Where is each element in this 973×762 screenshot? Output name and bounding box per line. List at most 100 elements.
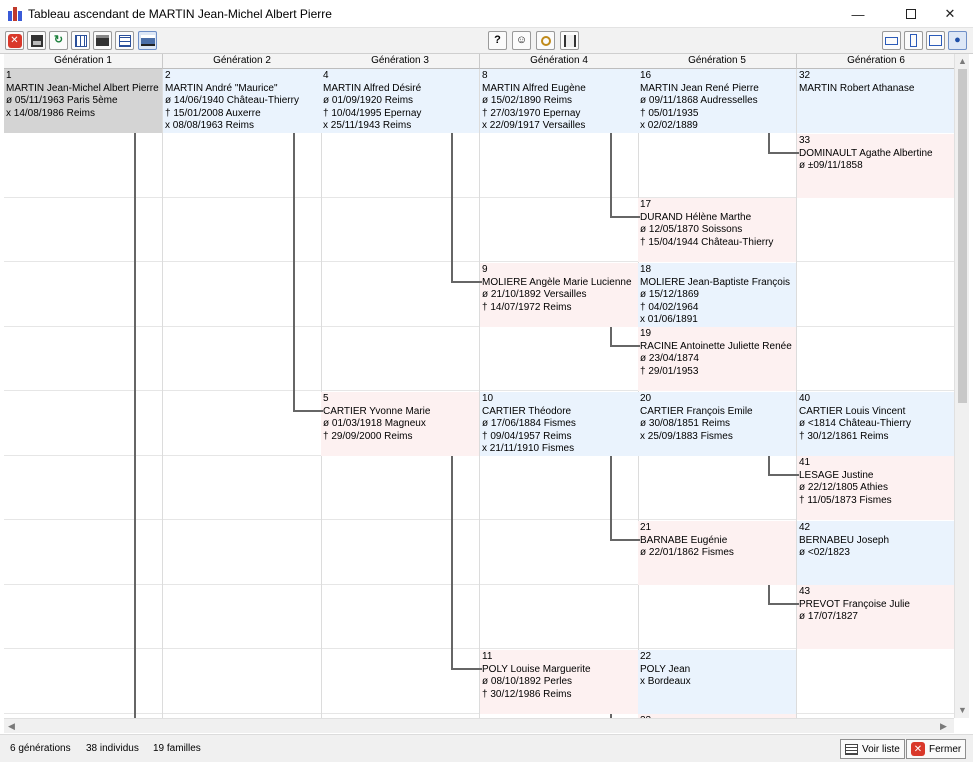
person-cell-17[interactable]: 17 DURAND Hélène Marthe ø 12/05/1870 Soiss… [638, 198, 796, 262]
generation-header-1[interactable]: Génération 1 [4, 54, 163, 69]
close-tree-button[interactable]: ✕ [5, 31, 24, 50]
person-event: † 11/05/1873 Fismes [799, 494, 892, 506]
vertical-scrollbar[interactable]: ▲ ▼ [954, 54, 969, 718]
ancestor-connector [451, 456, 453, 668]
person-cell-11[interactable]: 11 POLY Louise Marguerite ø 08/10/1892 Per… [480, 650, 638, 714]
person-event: † 14/07/1972 Reims [482, 301, 572, 313]
generations-count: 6 générations [10, 743, 71, 754]
list-icon [845, 743, 858, 755]
person-cell-2[interactable]: 2 MARTIN André "Maurice" ø 14/06/1940 Chât… [163, 69, 321, 133]
person-event: x 22/09/1917 Versailles [482, 120, 586, 131]
user-icon: ● [954, 34, 961, 46]
person-cell-19[interactable]: 19 RACINE Antoinette Juliette Renée ø 23/0… [638, 327, 796, 391]
ancestor-connector [610, 539, 640, 541]
grid-view-button[interactable] [115, 31, 134, 50]
generation-header-6[interactable]: Génération 6 [797, 54, 954, 69]
scroll-down-icon[interactable]: ▼ [958, 705, 967, 715]
slideshow-button[interactable] [93, 31, 112, 50]
generation-header-2[interactable]: Génération 2 [163, 54, 322, 69]
tree-options-icon [74, 34, 87, 47]
tree-options-button[interactable] [71, 31, 90, 50]
layout-tall-button[interactable] [904, 31, 923, 50]
person-event: ø 01/09/1920 Reims [323, 95, 414, 106]
person-cell-16[interactable]: 16 MARTIN Jean René Pierre ø 09/11/1868 Au… [638, 69, 796, 133]
person-cell-5[interactable]: 5 CARTIER Yvonne Marie ø 01/03/1918 Magneu… [321, 392, 479, 456]
person-event: ø 22/01/1862 Fismes [640, 547, 734, 558]
person-cell-20[interactable]: 20 CARTIER François Emile ø 30/08/1851 Rei… [638, 392, 796, 456]
person-event: ø 12/05/1870 Soissons [640, 224, 743, 235]
ancestor-connector [610, 327, 612, 345]
print-button[interactable] [138, 31, 157, 50]
person-event: x 14/08/1986 Reims [6, 107, 95, 119]
person-cell-43[interactable]: 43 PREVOT Françoise Julie ø 17/07/1827 [797, 585, 954, 649]
person-event: † 15/01/2008 Auxerre [165, 107, 261, 119]
ancestor-connector [610, 456, 612, 539]
person-cell-18[interactable]: 18 MOLIERE Jean-Baptiste François ø 15/12/… [638, 263, 796, 327]
person-name: MARTIN Alfred Désiré [323, 82, 422, 94]
ancestor-connector [768, 152, 799, 154]
layout-wide-button[interactable] [882, 31, 901, 50]
view-list-button[interactable]: Voir liste [840, 739, 905, 759]
person-event: ø ±09/11/1858 [799, 160, 863, 171]
person-cell-10[interactable]: 10 CARTIER Théodore ø 17/06/1884 Fismes † 0… [480, 392, 638, 456]
search-icon [540, 35, 551, 46]
close-window-button[interactable]: ✕ [927, 0, 973, 28]
scroll-up-icon[interactable]: ▲ [958, 56, 967, 66]
book-button[interactable] [560, 31, 579, 50]
person-cell-33[interactable]: 33 DOMINAULT Agathe Albertine ø ±09/11/185… [797, 134, 954, 198]
sosa-number: 2 [165, 70, 171, 81]
help-button[interactable]: ? [488, 31, 507, 50]
sosa-number: 9 [482, 264, 488, 275]
generation-header-4[interactable]: Génération 4 [480, 54, 639, 69]
save-button[interactable] [27, 31, 46, 50]
person-cell-22[interactable]: 22 POLY Jean x Bordeaux [638, 650, 796, 714]
person-event: † 09/04/1957 Reims [482, 430, 572, 442]
help-icon: ? [494, 34, 501, 46]
person-name: POLY Jean [640, 663, 691, 675]
horizontal-scrollbar[interactable]: ◀ ▶ [4, 718, 954, 733]
user-view-button[interactable]: ● [948, 31, 967, 50]
person-cell-41[interactable]: 41 LESAGE Justine ø 22/12/1805 Athies † 11/… [797, 456, 954, 520]
person-name: LESAGE Justine [799, 469, 874, 481]
grid-icon [118, 34, 131, 47]
person-cell-1[interactable]: 1 MARTIN Jean-Michel Albert Pierre ø 05/11… [4, 69, 162, 133]
person-event: ø 05/11/1963 Paris 5ème [6, 95, 118, 106]
refresh-button[interactable]: ↻ [49, 31, 68, 50]
maximize-icon [906, 9, 916, 19]
person-button[interactable]: ☺ [512, 31, 531, 50]
person-name: RACINE Antoinette Juliette Renée [640, 340, 792, 352]
generation-header-5[interactable]: Génération 5 [638, 54, 797, 69]
generation-header-3[interactable]: Génération 3 [321, 54, 480, 69]
ancestor-connector [134, 133, 136, 718]
layout-box-button[interactable] [926, 31, 945, 50]
person-name: MARTIN Jean-Michel Albert Pierre [6, 82, 159, 94]
title-bar: Tableau ascendant de MARTIN Jean-Michel … [0, 0, 973, 28]
ancestor-connector [768, 474, 799, 476]
person-event: x 01/06/1891 [640, 314, 698, 325]
search-button[interactable] [536, 31, 555, 50]
person-cell-40[interactable]: 40 CARTIER Louis Vincent ø <1814 Château-T… [797, 392, 954, 456]
close-button[interactable]: ✕ Fermer [906, 739, 967, 759]
person-cell-32[interactable]: 32 MARTIN Robert Athanase [797, 69, 954, 133]
person-cell-4[interactable]: 4 MARTIN Alfred Désiré ø 01/09/1920 Reims †… [321, 69, 479, 133]
status-bar: 6 générations 38 individus 19 familles V… [0, 734, 973, 762]
scroll-left-icon[interactable]: ◀ [8, 721, 15, 732]
person-cell-8[interactable]: 8 MARTIN Alfred Eugène ø 15/02/1890 Reims †… [480, 69, 638, 133]
person-event: ø 09/11/1868 Audresselles [640, 95, 758, 106]
ancestor-grid[interactable]: Génération 1 Génération 2 Génération 3 Géné… [4, 54, 954, 718]
window-title: Tableau ascendant de MARTIN Jean-Michel … [28, 7, 332, 21]
person-event: † 29/01/1953 [640, 365, 699, 377]
person-name: CARTIER Louis Vincent [799, 405, 906, 417]
person-event: † 29/09/2000 Reims [323, 430, 413, 442]
person-cell-42[interactable]: 42 BERNABEU Joseph ø <02/1823 [797, 521, 954, 585]
person-name: MOLIERE Jean-Baptiste François [640, 276, 791, 288]
layout-tall-icon [910, 34, 917, 47]
minimize-button[interactable]: — [835, 0, 881, 28]
person-name: DURAND Hélène Marthe [640, 211, 752, 223]
scroll-right-icon[interactable]: ▶ [940, 721, 947, 732]
person-cell-9[interactable]: 9 MOLIERE Angèle Marie Lucienne ø 21/10/18… [480, 263, 638, 327]
vertical-scroll-thumb[interactable] [958, 69, 967, 403]
person-cell-21[interactable]: 21 BARNABE Eugénie ø 22/01/1862 Fismes [638, 521, 796, 585]
view-list-label: Voir liste [862, 743, 900, 755]
person-event: ø 22/12/1805 Athies [799, 482, 888, 493]
